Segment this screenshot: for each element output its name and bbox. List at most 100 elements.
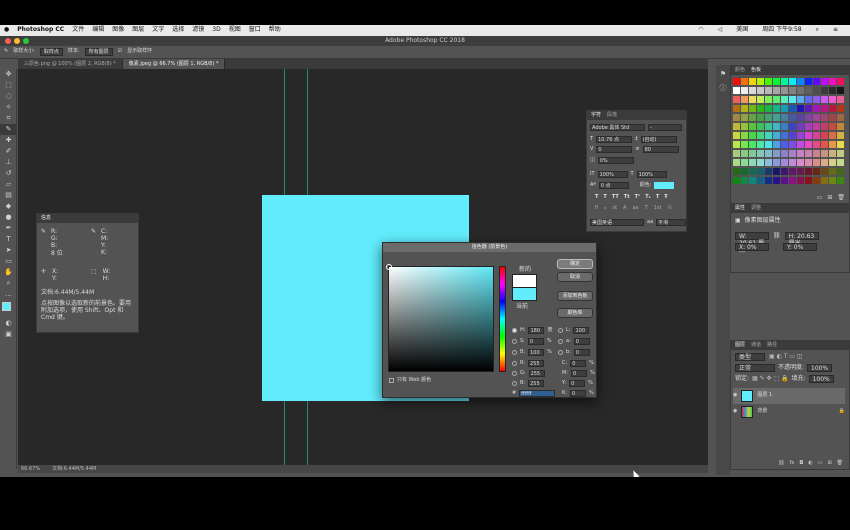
- tsume-field[interactable]: 0%: [597, 157, 634, 164]
- saturation-brightness-field[interactable]: [386, 264, 494, 372]
- current-color-swatch[interactable]: [512, 287, 537, 301]
- swatch[interactable]: [821, 141, 828, 148]
- strikethrough-button[interactable]: Ŧ: [664, 194, 667, 201]
- swatch[interactable]: [765, 87, 772, 94]
- swatch[interactable]: [781, 141, 788, 148]
- layer-row[interactable]: ◉ 图层 1: [733, 388, 845, 404]
- opacity-field[interactable]: 100%: [807, 364, 833, 372]
- swatch[interactable]: [789, 114, 796, 121]
- swatch[interactable]: [797, 141, 804, 148]
- swatch[interactable]: [797, 114, 804, 121]
- swatch[interactable]: [805, 96, 812, 103]
- swatch[interactable]: [757, 132, 764, 139]
- swatch[interactable]: [821, 123, 828, 130]
- swatch[interactable]: [837, 87, 844, 94]
- swatch[interactable]: [829, 123, 836, 130]
- swatch[interactable]: [749, 123, 756, 130]
- lab-a-radio[interactable]: [558, 339, 563, 344]
- quick-select-tool-icon[interactable]: ✧: [0, 102, 17, 113]
- swatch[interactable]: [837, 177, 844, 184]
- swatch[interactable]: [773, 96, 780, 103]
- swatch[interactable]: [765, 168, 772, 175]
- clock[interactable]: 周四 下午9:58: [762, 27, 801, 34]
- tab-channels[interactable]: 通道: [751, 341, 761, 350]
- discretionary-button[interactable]: st: [612, 205, 617, 212]
- underline-button[interactable]: T: [656, 194, 659, 201]
- swatch[interactable]: [821, 177, 828, 184]
- swatch[interactable]: [829, 141, 836, 148]
- swatch[interactable]: [821, 105, 828, 112]
- swatch[interactable]: [797, 150, 804, 157]
- lasso-tool-icon[interactable]: ◌: [0, 91, 17, 102]
- swatch[interactable]: [757, 105, 764, 112]
- swatch[interactable]: [733, 177, 740, 184]
- path-select-icon[interactable]: ➤: [0, 245, 17, 256]
- swatch[interactable]: [813, 132, 820, 139]
- swatch[interactable]: [749, 141, 756, 148]
- vertical-scale-field[interactable]: 100%: [597, 171, 628, 178]
- type-tool-icon[interactable]: T: [0, 234, 17, 245]
- delete-layer-icon[interactable]: 🗑: [837, 460, 843, 467]
- input-source[interactable]: 美国: [736, 27, 748, 34]
- swatch[interactable]: [821, 150, 828, 157]
- swatch[interactable]: [805, 123, 812, 130]
- swatch[interactable]: [749, 114, 756, 121]
- swatch[interactable]: [781, 87, 788, 94]
- leading-field[interactable]: (自动): [640, 136, 677, 143]
- swatch[interactable]: [765, 150, 772, 157]
- tab-document-2[interactable]: 像素.jpeg @ 66.7% (图层 1, RGB/8) *: [122, 59, 226, 69]
- tab-adjustments[interactable]: 调整: [751, 204, 761, 213]
- color-libraries-button[interactable]: 颜色库: [557, 308, 593, 318]
- foreground-color[interactable]: [2, 302, 11, 311]
- swatch[interactable]: [773, 150, 780, 157]
- swatch[interactable]: [781, 105, 788, 112]
- swatch[interactable]: [821, 132, 828, 139]
- swatch[interactable]: [797, 96, 804, 103]
- swatch[interactable]: [829, 87, 836, 94]
- swatch[interactable]: [837, 159, 844, 166]
- menu-list-icon[interactable]: ≡: [833, 27, 838, 34]
- swatch[interactable]: [805, 78, 812, 85]
- swatch[interactable]: [749, 168, 756, 175]
- menu-help[interactable]: 帮助: [269, 27, 281, 34]
- zoom-level[interactable]: 66.67%: [21, 465, 40, 473]
- eyedropper-icon[interactable]: ✎: [4, 49, 8, 55]
- search-icon[interactable]: ⌕: [816, 27, 819, 34]
- swatch[interactable]: [741, 114, 748, 121]
- swatch[interactable]: [813, 177, 820, 184]
- antialias-select[interactable]: 平滑: [656, 219, 687, 226]
- link-icon[interactable]: ⛓: [773, 232, 781, 240]
- zoom-window-button[interactable]: [23, 38, 29, 44]
- stylistic-button[interactable]: A: [623, 205, 626, 212]
- info-tab[interactable]: 信息: [41, 214, 51, 223]
- swatch[interactable]: [837, 150, 844, 157]
- saturation-radio[interactable]: [512, 339, 517, 344]
- swatch[interactable]: [829, 132, 836, 139]
- swatch[interactable]: [805, 105, 812, 112]
- menu-file[interactable]: 文件: [72, 27, 84, 34]
- swatch[interactable]: [813, 123, 820, 130]
- swatch[interactable]: [789, 177, 796, 184]
- all-caps-button[interactable]: TT: [612, 194, 619, 201]
- swatch[interactable]: [837, 141, 844, 148]
- new-folder-icon[interactable]: ▭: [817, 194, 823, 202]
- swatch[interactable]: [781, 177, 788, 184]
- red-radio[interactable]: [512, 361, 517, 366]
- new-layer-icon[interactable]: ⊞: [827, 460, 831, 467]
- eye-icon[interactable]: ◉: [733, 393, 737, 399]
- swatch[interactable]: [829, 150, 836, 157]
- dodge-tool-icon[interactable]: ●: [0, 212, 17, 223]
- move-tool-icon[interactable]: ✥: [0, 69, 17, 80]
- swatch[interactable]: [797, 159, 804, 166]
- tab-paragraph[interactable]: 段落: [607, 111, 617, 120]
- swatch[interactable]: [757, 177, 764, 184]
- swatch[interactable]: [797, 132, 804, 139]
- font-size-field[interactable]: 10.76 点: [596, 136, 633, 143]
- language-select[interactable]: 美国英语: [590, 219, 644, 226]
- wifi-icon[interactable]: ◠: [698, 27, 703, 34]
- swatch[interactable]: [733, 141, 740, 148]
- swatch[interactable]: [789, 150, 796, 157]
- swatch[interactable]: [797, 87, 804, 94]
- swatch[interactable]: [765, 141, 772, 148]
- swatch[interactable]: [789, 105, 796, 112]
